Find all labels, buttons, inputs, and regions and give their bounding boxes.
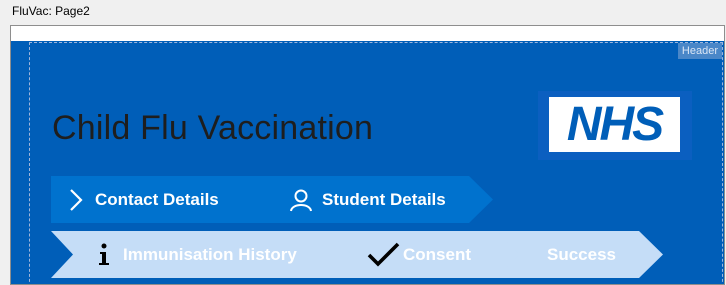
header-tag: Header — [677, 43, 722, 59]
window-titlebar: FluVac: Page2 — [0, 0, 726, 24]
header-selection-outline — [29, 42, 723, 284]
design-canvas[interactable]: Child Flu Vaccination NHS Contact Detail… — [10, 25, 725, 285]
window-title: FluVac: Page2 — [12, 4, 90, 18]
